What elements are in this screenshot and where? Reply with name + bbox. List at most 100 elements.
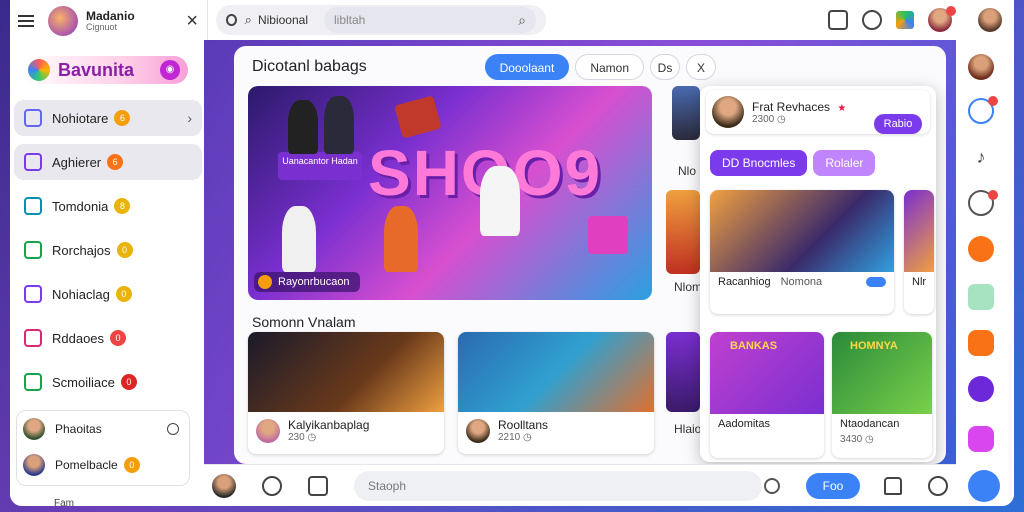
game-icon[interactable] (968, 376, 994, 402)
sidebar-item[interactable]: Rddaoes 0 (14, 320, 202, 356)
popup-tab-active[interactable]: DD Bnocmles (710, 150, 808, 176)
location-icon[interactable] (226, 14, 237, 26)
sidebar-item-icon (24, 373, 42, 391)
side-thumb[interactable] (672, 86, 700, 140)
hero-person (288, 100, 318, 154)
sidebar-item[interactable]: Nohiaclag 0 (14, 276, 202, 312)
user-avatar[interactable] (212, 473, 236, 498)
chat-icon[interactable] (862, 10, 882, 30)
close-filter-button[interactable]: X (686, 54, 716, 80)
settings-icon[interactable] (968, 330, 994, 356)
brand-name: Bavunita (58, 59, 135, 80)
close-icon[interactable]: × (186, 10, 198, 33)
hero-tag: Uanacantor Hadan (278, 152, 362, 180)
rail-avatar[interactable] (968, 54, 994, 80)
hero-person (324, 96, 354, 154)
hero-person (282, 206, 316, 272)
app-window: Madanio Cignuot × Bavunita ◉ Nohiotare 6 ›… (10, 0, 1014, 506)
popup-card-title: Nlr (912, 276, 927, 288)
gift-box-icon (588, 216, 628, 254)
image-icon[interactable] (968, 284, 994, 310)
card-overlay-text: HOMNYA (850, 340, 898, 352)
filter-pill[interactable]: Namon (575, 54, 644, 80)
filter-pill-primary[interactable]: Dooolaant (484, 54, 570, 80)
popup-card-title: Aadomitas (718, 418, 770, 430)
chevron-right-icon[interactable]: › (187, 110, 192, 126)
emoji-icon[interactable] (262, 475, 282, 496)
filter-pill-round[interactable]: Ds (650, 54, 680, 80)
sidebar-nav: Nohiotare 6 › Aghierer 6 Tomdonia 8 Rorchajos 0 N… (14, 100, 202, 408)
sidebar-item-label: Aghierer (52, 154, 102, 170)
hamburger-menu-icon[interactable] (18, 15, 34, 27)
popup-card[interactable]: Nlr (904, 190, 934, 314)
timer-icon[interactable] (764, 477, 780, 494)
sidebar-item[interactable]: Rorchajos 0 (14, 232, 202, 268)
sidebar-item[interactable]: Tomdonia 8 (14, 188, 202, 224)
toggle-icon[interactable] (866, 277, 886, 287)
hero-person (480, 166, 520, 236)
hero-banner[interactable]: Uanacantor Hadan SHOO9 Rayonrbucaon (248, 86, 652, 300)
side-thumb[interactable] (666, 190, 700, 274)
popup-card[interactable]: BANKAS Aadomitas (710, 332, 824, 458)
sidebar-item-label: Rddaoes (52, 330, 105, 346)
star-icon: ★ (837, 102, 847, 114)
contact-item[interactable]: Pomelbacle 0 (17, 447, 189, 483)
sidebar-title-block: Madanio Cignuot (86, 10, 135, 32)
sidebar-item-icon (24, 241, 42, 259)
sidebar-item[interactable]: Aghierer 6 (14, 144, 202, 180)
video-card[interactable]: Kalyikanbaplag 230 ◷ (248, 332, 444, 454)
sidebar-item-label: Tomdonia (52, 198, 109, 214)
search-icon[interactable]: ⌕ (245, 12, 252, 28)
card-avatar (256, 418, 280, 443)
contact-item[interactable]: Phaoitas (17, 411, 189, 447)
contact-avatar (23, 454, 45, 476)
right-rail: ♪ (956, 40, 1014, 506)
notification-avatar-wrap[interactable] (928, 6, 956, 32)
popup-user-row[interactable]: Frat Revhaces ★ 2300 ◷ Rabio (706, 90, 930, 134)
brand-banner[interactable]: Bavunita ◉ (22, 56, 188, 84)
notification-dot (988, 190, 998, 200)
bottom-bar: Staoph Foo (204, 464, 956, 506)
popup-tab[interactable]: Rolaler (813, 150, 876, 176)
controller-icon[interactable] (968, 426, 994, 452)
popup-card[interactable]: HOMNYA Ntaodancan 3430 ◷ (832, 332, 932, 458)
video-card[interactable]: Roolltans 2210 ◷ (458, 332, 654, 454)
notification-icon[interactable] (884, 476, 902, 495)
popup-user-name: Frat Revhaces (752, 99, 831, 114)
upload-icon[interactable] (828, 10, 848, 30)
heart-icon[interactable] (968, 236, 994, 262)
location-chip[interactable]: Nibioonal (258, 13, 308, 27)
contact-label: Pomelbacle (55, 458, 118, 472)
brand-badge: ◉ (160, 60, 180, 80)
card-title: Roolltans (498, 418, 549, 432)
top-bar: ⌕ Nibioonal libltah ⌕ (208, 0, 1014, 40)
sidebar-item[interactable]: Nohiotare 6 › (14, 100, 202, 136)
side-label: Nlo (678, 164, 697, 178)
popup-card[interactable]: Racanhiog Nomona (710, 190, 894, 314)
profile-popup: Frat Revhaces ★ 2300 ◷ Rabio DD Bnocmles… (700, 86, 936, 462)
apps-icon[interactable] (896, 11, 914, 29)
popup-tabs: DD Bnocmles Rolaler (710, 150, 876, 176)
info-icon[interactable] (308, 475, 328, 496)
side-thumb[interactable] (666, 332, 700, 412)
location-search-group: ⌕ Nibioonal libltah ⌕ (216, 5, 546, 35)
app-avatar[interactable] (48, 6, 78, 36)
popup-name-row: Frat Revhaces ★ (752, 100, 846, 114)
message-input[interactable]: Staoph (354, 470, 762, 501)
card-meta: Roolltans 2210 ◷ (458, 412, 654, 449)
hero-caption: Rayonrbucaon (254, 272, 360, 292)
smile-icon[interactable] (928, 475, 948, 496)
search-input[interactable]: libltah ⌕ (324, 7, 536, 33)
chat-fab-icon[interactable] (968, 470, 1000, 502)
post-button[interactable]: Foo (806, 472, 860, 499)
sidebar-item[interactable]: Scmoiliace 0 (14, 364, 202, 400)
sidebar-title: Madanio (86, 9, 135, 23)
gift-box-icon (394, 95, 442, 139)
popup-action-button[interactable]: Rabio (874, 114, 922, 134)
music-icon[interactable]: ♪ (968, 144, 994, 170)
caption-icon (258, 275, 272, 289)
brand-logo-icon (28, 59, 50, 81)
profile-avatar[interactable] (978, 8, 1002, 32)
side-label: Hlaio (674, 422, 702, 436)
contacts-box: Phaoitas Pomelbacle 0 (16, 410, 190, 486)
